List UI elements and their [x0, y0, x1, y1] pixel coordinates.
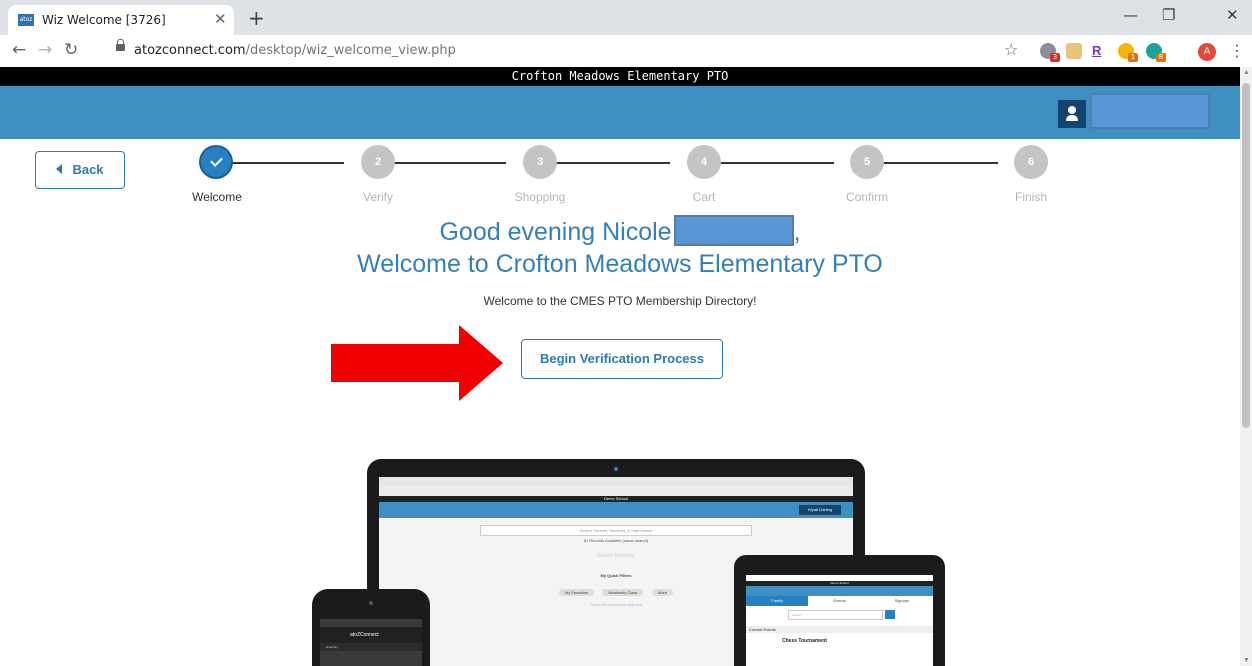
wizard-connector [704, 162, 834, 164]
tab-favicon-icon: atoz [18, 14, 34, 26]
wizard-label-finish: Finish [1014, 190, 1047, 204]
camera-dot [614, 467, 618, 471]
user-icon [1058, 100, 1086, 128]
page-viewport: Crofton Meadows Elementary PTO Back 2 3 … [0, 67, 1240, 666]
wizard-connector [216, 162, 344, 164]
welcome-text: Welcome to the CMES PTO Membership Direc… [483, 294, 757, 308]
mock-header: Wyatt Darling [379, 502, 853, 518]
welcome-heading: Welcome to Crofton Meadows Elementary PT… [357, 250, 883, 278]
mock-chip: My Favorites [559, 589, 594, 596]
browser-tab[interactable]: atoz Wiz Welcome [3726] ✕ [8, 5, 234, 35]
back-button-label: Back [72, 162, 104, 177]
wizard-label-cart: Cart [692, 190, 716, 204]
wizard-step-shopping: 3 [523, 145, 557, 179]
site-header [0, 86, 1240, 139]
speaker-dot [369, 601, 373, 605]
wizard-connector [868, 162, 998, 164]
wizard-step-welcome [201, 147, 231, 177]
url-path: /desktop/wiz_welcome_view.php [245, 43, 456, 58]
mock-event-title: Chess Tournament [782, 638, 827, 644]
extension-icon[interactable]: 3 [1040, 43, 1060, 62]
greeting-line: Good evening Nicole, [0, 215, 1240, 248]
minimize-icon[interactable]: — [1123, 6, 1138, 24]
greeting-text: Good evening Nicole [439, 218, 672, 246]
mock-address-bar [379, 486, 853, 496]
browser-menu-icon[interactable]: ⋮ [1229, 41, 1245, 60]
wizard-label-verify: Verify [362, 190, 393, 204]
extension-badge: 1 [1128, 53, 1138, 62]
scroll-down-icon[interactable]: ▼ [1243, 657, 1250, 664]
wizard-label-shopping: Shopping [514, 190, 566, 204]
mock-chip: Weatherly Class [602, 589, 644, 596]
wizard-connector [540, 162, 670, 164]
org-title-bar: Crofton Meadows Elementary PTO [0, 67, 1240, 86]
redacted-user-name [1090, 93, 1210, 129]
extension-icon[interactable]: 1 [1118, 43, 1138, 62]
url-text: atozconnect.com/desktop/wiz_welcome_view… [134, 43, 456, 58]
mock-tab: Signups [894, 598, 910, 603]
user-menu-button[interactable] [1058, 93, 1210, 129]
caret-left-icon [56, 164, 63, 174]
wizard-label-confirm: Confirm [845, 190, 888, 204]
window-close-icon[interactable]: ✕ [1226, 6, 1239, 24]
mock-menu-item: Directory [320, 643, 422, 651]
profile-avatar[interactable]: A [1198, 43, 1216, 61]
check-icon [209, 153, 223, 167]
wizard-step-verify: 2 [361, 145, 395, 179]
forward-arrow-icon[interactable]: → [38, 40, 52, 60]
wizard-connector [378, 162, 506, 164]
redacted-last-name [673, 215, 794, 246]
lock-icon [116, 39, 125, 51]
phone-mockup-image: atoZConnect Directory [312, 589, 430, 666]
begin-verification-button[interactable]: Begin Verification Process [521, 339, 723, 379]
address-bar[interactable]: atozconnect.com/desktop/wiz_welcome_view… [110, 38, 995, 64]
new-tab-icon[interactable]: + [248, 6, 265, 30]
reload-icon[interactable]: ↻ [64, 40, 78, 60]
wizard-progress: 2 3 4 5 6 Welcome Verify Shopping Cart C… [180, 145, 1060, 205]
extension-badge: 8 [1156, 53, 1166, 62]
browser-toolbar: ← → ↻ atozconnect.com/desktop/wiz_welcom… [0, 35, 1252, 67]
greeting-block: Good evening Nicole, Welcome to Crofton … [0, 215, 1240, 280]
wizard-step-finish: 6 [1014, 145, 1048, 179]
mock-chip: More [651, 589, 673, 596]
mock-user-button: Wyatt Darling [799, 505, 841, 515]
back-button[interactable]: Back [35, 151, 125, 189]
phone-screen: atoZConnect Directory [320, 619, 422, 666]
tablet-screen: Demo School Family Events Signups search… [746, 575, 933, 666]
mock-tab: Events [833, 598, 846, 603]
restore-icon[interactable]: ❐ [1162, 6, 1175, 24]
extension-icon[interactable]: 8 [1146, 43, 1166, 62]
extension-badge: 3 [1050, 53, 1060, 62]
mock-browser-top [379, 477, 853, 486]
greeting-comma: , [793, 218, 801, 246]
mock-header [746, 586, 933, 596]
browser-tabstrip: atoz Wiz Welcome [3726] ✕ + — ❐ ✕ [0, 0, 1252, 35]
scroll-up-icon[interactable]: ▲ [1243, 69, 1250, 76]
scrollbar-thumb[interactable] [1242, 83, 1250, 428]
back-arrow-icon[interactable]: ← [12, 40, 26, 60]
mock-brand: atoZConnect [320, 627, 422, 643]
tab-close-icon[interactable]: ✕ [214, 10, 227, 28]
tablet-mockup-image: Demo School Family Events Signups search… [734, 555, 945, 666]
bookmark-star-icon[interactable]: ☆ [1004, 40, 1018, 59]
wizard-step-cart: 4 [687, 145, 721, 179]
mock-tabs: Family Events Signups [746, 596, 933, 606]
wizard-step-confirm: 5 [850, 145, 884, 179]
url-domain: atozconnect.com [134, 43, 246, 58]
extension-icon[interactable]: R [1092, 43, 1108, 59]
wizard-label-welcome: Welcome [192, 190, 242, 204]
mock-tab: Family [746, 596, 809, 606]
page-scrollbar[interactable]: ▲ ▼ [1240, 67, 1252, 666]
mock-status-bar [320, 619, 422, 627]
extension-icon[interactable] [1066, 43, 1082, 59]
tab-title: Wiz Welcome [3726] [42, 13, 166, 27]
red-arrow-annotation [331, 325, 503, 401]
mock-search: Search Parents, Students, & Staff names [480, 525, 752, 536]
mock-records: 81 Records Available (name search) [583, 538, 649, 543]
mock-current-events: Current Events [746, 626, 933, 633]
mock-search: search [788, 610, 895, 620]
